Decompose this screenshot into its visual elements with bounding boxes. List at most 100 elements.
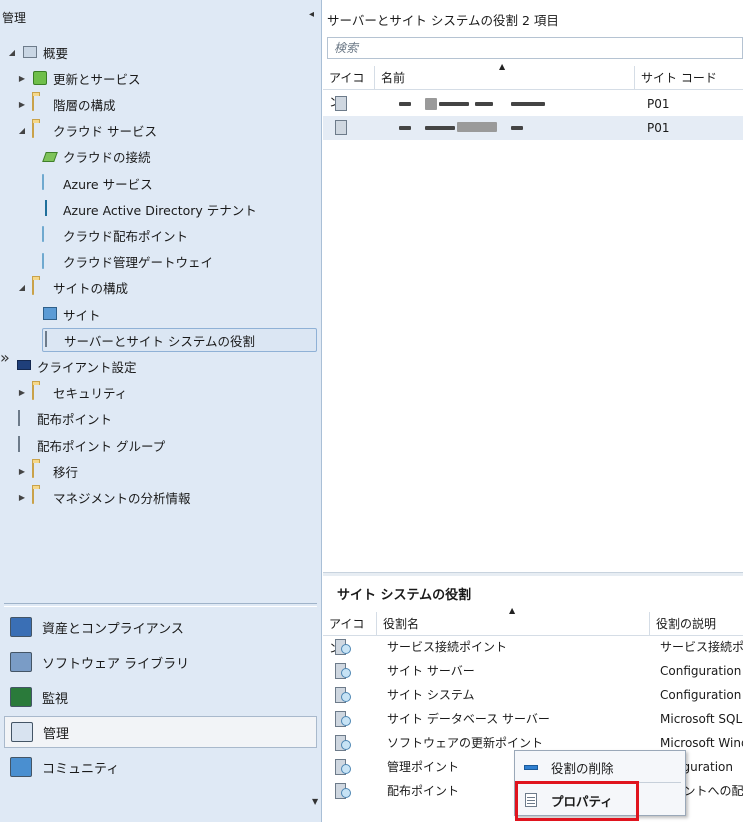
workspace-button-label: コミュニティ	[42, 761, 120, 777]
table-row[interactable]: P01	[323, 92, 743, 116]
redacted-name	[511, 126, 523, 130]
tree-item[interactable]: ◢ サイトの構成	[16, 276, 128, 300]
navigation-header: 管理 ◂	[0, 0, 322, 34]
table-row[interactable]: サイト システム Configuration	[323, 683, 743, 707]
tree-item-label: クラウドの接続	[63, 150, 151, 166]
collapse-node-icon[interactable]: ◢	[16, 126, 28, 135]
list-title: サーバーとサイト システムの役割 2 項目	[327, 13, 559, 28]
tree-item[interactable]: ▶ マネジメントの分析情報	[16, 485, 191, 509]
server-icon	[335, 120, 347, 135]
server-icon	[335, 96, 347, 111]
site-role-icon	[335, 735, 351, 751]
navigation-pane: 管理 ◂ ◢ 概要 ▶ 更新とサービス ▶ 階層の構成 ◢ クラウド サービス クラウドの接続 A…	[0, 0, 322, 822]
wunderbar-splitter[interactable]	[4, 603, 317, 607]
expand-node-icon[interactable]: ▶	[16, 74, 28, 83]
expand-pane-icon[interactable]: »	[0, 348, 10, 367]
workspace-button-label: 資産とコンプライアンス	[42, 621, 184, 637]
column-header-icon[interactable]: アイコン	[323, 612, 377, 655]
remove-role-menu-item[interactable]: 役割の削除	[515, 753, 685, 781]
cloud-connection-icon	[42, 149, 58, 165]
tree-item[interactable]: 配布ポイント	[16, 407, 112, 431]
details-pane: サーバーとサイト システムの役割 2 項目 アイコン 名前 サイト コード ▲ …	[323, 0, 743, 822]
tree-item-label: Azure サービス	[63, 176, 153, 192]
table-row[interactable]: サイト サーバー Configuration	[323, 659, 743, 683]
column-header-role-description[interactable]: 役割の説明	[650, 612, 743, 636]
tree-item-label: クラウド配布ポイント	[63, 228, 189, 244]
folder-icon	[32, 278, 48, 296]
tree-item[interactable]: ▶ 階層の構成	[16, 92, 116, 116]
distribution-point-group-icon	[16, 436, 32, 453]
remove-role-icon	[523, 759, 539, 775]
tree-item[interactable]: ▶ 更新とサービス	[16, 66, 141, 90]
expand-node-icon[interactable]: ▶	[16, 467, 28, 476]
tree-item[interactable]: クラウド配布ポイント	[42, 223, 188, 247]
workspace-button[interactable]: 管理	[4, 716, 317, 748]
workspace-button[interactable]: 監視	[4, 681, 317, 713]
monitoring-icon	[10, 687, 32, 707]
tree-item[interactable]: クラウドの接続	[42, 145, 151, 169]
role-description-cell: Configuration	[660, 664, 742, 678]
tree-item[interactable]: ▶ 移行	[16, 459, 78, 483]
tree-item-label: クラウド サービス	[53, 124, 157, 140]
tree-item[interactable]: クラウド管理ゲートウェイ	[42, 250, 213, 274]
cloud-icon	[42, 252, 58, 270]
role-name-cell: サービス接続ポイント	[387, 640, 508, 654]
cloud-icon	[42, 226, 58, 243]
workspace-button[interactable]: ソフトウェア ライブラリ	[4, 646, 317, 678]
tree-item-label: サイト	[63, 307, 101, 323]
role-name-cell: サイト サーバー	[387, 664, 475, 678]
expand-node-icon[interactable]: ▶	[16, 100, 28, 109]
azure-ad-icon	[42, 200, 58, 217]
role-description-cell: Microsoft SQL	[660, 712, 743, 726]
tree-item[interactable]: Azure Active Directory テナント	[42, 197, 257, 221]
collapse-pane-icon[interactable]: ◂	[309, 9, 314, 20]
expand-node-icon[interactable]: ▶	[16, 493, 28, 502]
tree-item-label: クラウド管理ゲートウェイ	[63, 255, 214, 271]
distribution-point-icon	[16, 409, 32, 427]
collapse-node-icon[interactable]: ◢	[16, 283, 28, 292]
search-input[interactable]	[327, 37, 743, 59]
site-role-icon	[335, 711, 351, 727]
column-header-site-code[interactable]: サイト コード	[635, 66, 743, 90]
tree-item-label: 配布ポイント グループ	[37, 438, 166, 454]
role-name-cell: 管理ポイント	[387, 760, 460, 774]
folder-icon	[32, 121, 48, 139]
redacted-name	[511, 102, 545, 106]
tree-item[interactable]: ◢ 概要	[6, 40, 68, 64]
tree-item[interactable]: 配布ポイント グループ	[16, 433, 165, 457]
tree-item-label: セキュリティ	[53, 386, 128, 402]
tree-item[interactable]: クライアント設定	[16, 354, 137, 378]
role-name-cell: サイト データベース サーバー	[387, 712, 550, 726]
column-header-icon[interactable]: アイコン	[323, 66, 375, 109]
table-row[interactable]: P01	[323, 116, 743, 140]
top-grid-header: アイコン 名前 サイト コード ▲	[323, 62, 743, 109]
column-header-role-name[interactable]: 役割名	[377, 612, 650, 636]
tree-item[interactable]: Azure サービス	[42, 171, 153, 195]
software-library-icon	[10, 652, 32, 672]
sort-ascending-icon: ▲	[499, 62, 506, 71]
tree-item[interactable]: ▶ セキュリティ	[16, 381, 127, 405]
table-row[interactable]: サービス接続ポイント サービス接続ポイ	[323, 635, 743, 659]
table-row[interactable]: サイト データベース サーバー Microsoft SQL	[323, 707, 743, 731]
tree-item-label: Azure Active Directory テナント	[63, 202, 257, 218]
tree-item-label: マネジメントの分析情報	[53, 490, 191, 506]
tree-item[interactable]: サーバーとサイト システムの役割	[42, 328, 317, 353]
server-role-icon	[43, 331, 59, 348]
workspace-button[interactable]: コミュニティ	[4, 751, 317, 783]
workspace-button[interactable]: 資産とコンプライアンス	[4, 611, 317, 643]
expand-node-icon[interactable]: ▶	[16, 388, 28, 397]
tree-item[interactable]: サイト	[42, 302, 101, 326]
wunderbar-overflow-icon[interactable]: ▼	[312, 797, 318, 806]
tree-item[interactable]: ◢ クラウド サービス	[16, 119, 157, 143]
role-name-cell: 配布ポイント	[387, 784, 460, 798]
collapse-node-icon[interactable]: ◢	[6, 48, 18, 57]
pane-splitter[interactable]	[323, 572, 743, 576]
site-icon	[42, 306, 58, 322]
updates-icon	[32, 70, 48, 86]
sort-ascending-icon: ▲	[509, 606, 516, 615]
site-code-cell: P01	[647, 121, 670, 135]
tree-item-label: サイトの構成	[53, 281, 129, 297]
site-role-icon	[335, 663, 351, 679]
tree-item-label: 配布ポイント	[37, 412, 113, 428]
folder-icon	[32, 488, 48, 505]
